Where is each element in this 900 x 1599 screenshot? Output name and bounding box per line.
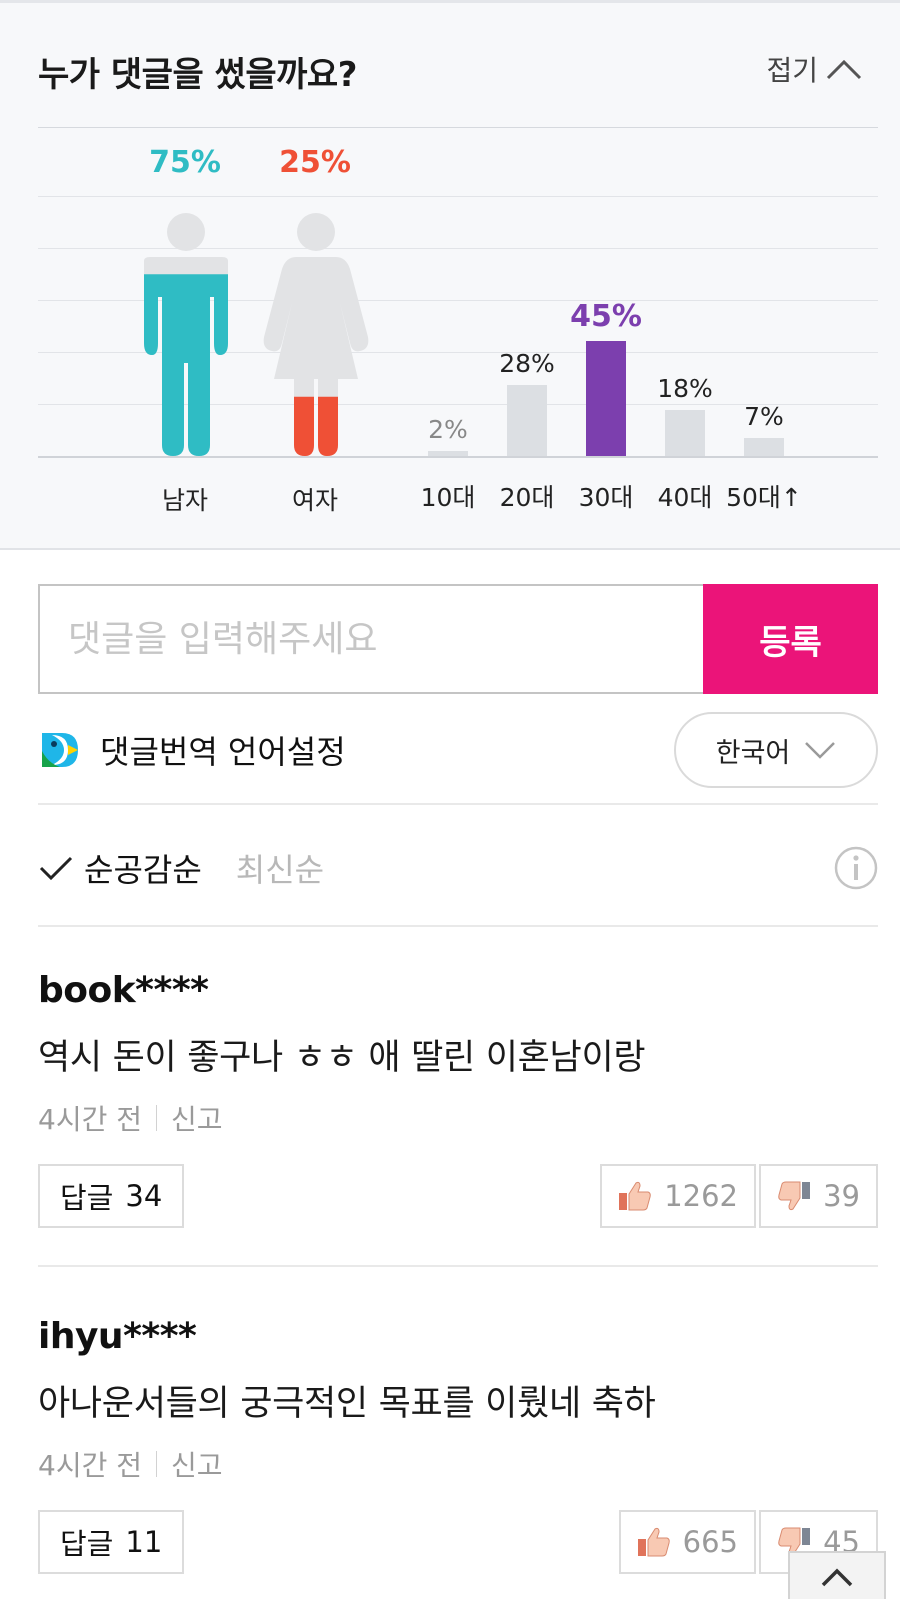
comment-item: ihyu**** 아나운서들의 궁극적인 목표를 이뤘네 축하 4시간 전 신고… — [38, 1316, 878, 1574]
age-bar — [665, 410, 705, 456]
age-percent-label: 45% — [570, 299, 642, 335]
age-bar — [428, 450, 468, 456]
dislike-button[interactable]: 39 — [759, 1164, 878, 1228]
reply-label: 답글 — [60, 1527, 114, 1561]
like-count: 1262 — [664, 1179, 738, 1213]
meta-separator — [156, 1451, 157, 1477]
comment-actions: 답글 34 1262 39 — [38, 1164, 878, 1228]
reply-button[interactable]: 답글 34 — [38, 1164, 185, 1228]
comment-time: 4시간 전 — [38, 1449, 142, 1482]
report-link[interactable]: 신고 — [171, 1098, 223, 1138]
reply-button[interactable]: 답글 11 — [38, 1510, 185, 1574]
check-icon — [39, 856, 73, 881]
translate-setting-row: 댓글번역 언어설정 한국어 — [38, 712, 878, 788]
age-percent-label: 28% — [499, 348, 555, 378]
chevron-up-icon — [826, 59, 862, 80]
age-percent-label: 18% — [657, 374, 713, 404]
collapse-button[interactable]: 접기 — [766, 49, 862, 89]
age-percent-label: 2% — [428, 414, 468, 444]
divider — [38, 803, 878, 805]
papago-logo-icon — [42, 733, 78, 767]
reply-count: 11 — [125, 1525, 163, 1559]
gridline — [38, 196, 878, 197]
female-fill — [263, 396, 369, 456]
male-percent: 75% — [149, 145, 221, 180]
like-button[interactable]: 1262 — [600, 1164, 756, 1228]
dislike-count: 39 — [823, 1179, 860, 1213]
report-link[interactable]: 신고 — [171, 1444, 223, 1484]
sort-options: 순공감순 최신순 — [38, 838, 878, 898]
stats-title: 누가 댓글을 썼을까요? — [38, 55, 357, 95]
comment-input[interactable] — [38, 584, 703, 694]
age-percent-label: 7% — [744, 402, 784, 432]
scroll-to-top-button[interactable] — [788, 1551, 886, 1599]
language-select[interactable]: 한국어 — [674, 712, 878, 788]
reply-count: 34 — [125, 1179, 163, 1213]
sort-by-likes-label: 순공감순 — [84, 851, 202, 889]
like-button[interactable]: 665 — [618, 1510, 756, 1574]
comment-content: 역시 돈이 좋구나 ㅎㅎ 애 딸린 이혼남이랑 — [38, 1038, 646, 1078]
age-bar — [586, 341, 626, 456]
age-bar — [507, 384, 547, 456]
thumbs-down-icon — [778, 1181, 811, 1211]
male-fill — [144, 274, 228, 456]
comment-time: 4시간 전 — [38, 1103, 142, 1136]
sort-by-latest-label: 최신순 — [235, 851, 325, 889]
age-group-label: 50대↑ — [726, 483, 802, 512]
commenter-stats-panel: 누가 댓글을 썼을까요? 접기 75% 남자 25% 여자 2% 10대 28%… — [0, 0, 900, 550]
like-count: 665 — [682, 1525, 738, 1559]
thumbs-up-icon — [637, 1527, 670, 1557]
divider — [38, 925, 878, 927]
sort-by-likes[interactable]: 순공감순 — [38, 845, 202, 891]
comment-actions: 답글 11 665 45 — [38, 1510, 878, 1574]
chevron-down-icon — [805, 742, 836, 759]
female-figure-icon — [263, 213, 369, 456]
comment-author[interactable]: book**** — [38, 970, 878, 1011]
sort-by-latest[interactable]: 최신순 — [236, 845, 324, 891]
language-value: 한국어 — [715, 737, 791, 769]
collapse-label: 접기 — [766, 54, 818, 87]
meta-separator — [156, 1105, 157, 1131]
male-figure-icon — [144, 213, 228, 456]
reply-label: 답글 — [60, 1181, 114, 1215]
info-icon[interactable] — [834, 846, 878, 890]
submit-button[interactable]: 등록 — [703, 584, 878, 694]
age-bar — [744, 438, 784, 456]
comment-content: 아나운서들의 궁극적인 목표를 이뤘네 축하 — [38, 1384, 656, 1424]
comment-author[interactable]: ihyu**** — [38, 1316, 878, 1357]
divider — [38, 1265, 878, 1267]
male-label: 남자 — [161, 486, 208, 515]
thumbs-up-icon — [619, 1181, 651, 1211]
translate-label: 댓글번역 언어설정 — [100, 733, 346, 771]
female-percent: 25% — [279, 145, 351, 180]
comment-item: book**** 역시 돈이 좋구나 ㅎㅎ 애 딸린 이혼남이랑 4시간 전 신… — [38, 970, 878, 1228]
comment-form: 등록 — [38, 584, 878, 694]
gridline — [38, 127, 878, 128]
comment-meta: 4시간 전 신고 — [38, 1098, 878, 1138]
comment-meta: 4시간 전 신고 — [38, 1444, 878, 1484]
chevron-up-icon — [821, 1568, 853, 1587]
female-label: 여자 — [291, 486, 338, 515]
